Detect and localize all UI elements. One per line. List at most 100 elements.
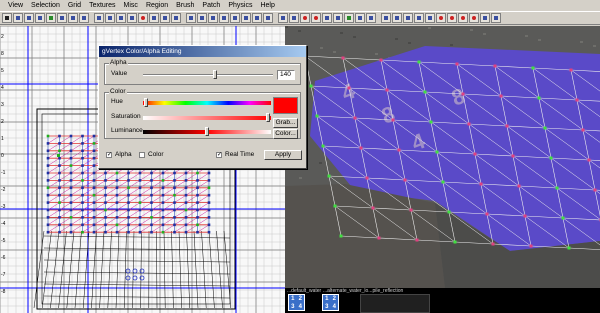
menu-region[interactable]: Region: [142, 0, 172, 11]
alpha-value-field[interactable]: 140: [277, 70, 295, 80]
menu-textures[interactable]: Textures: [85, 0, 119, 11]
menu-brush[interactable]: Brush: [172, 0, 198, 11]
patch-vertex: [58, 230, 61, 234]
texture-thumbnail-1[interactable]: 12 34: [288, 294, 305, 311]
toolbar-button-icon[interactable]: [480, 13, 490, 23]
toolbar-button-icon[interactable]: [491, 13, 501, 23]
menu-view[interactable]: View: [4, 0, 27, 11]
toolbar-button-icon[interactable]: [24, 13, 34, 23]
toolbar-button-icon[interactable]: [278, 13, 288, 23]
toolbar-button-icon[interactable]: [436, 13, 446, 23]
toolbar-button-icon[interactable]: [366, 13, 376, 23]
entity-marker: [139, 275, 145, 281]
saturation-slider-thumb[interactable]: [266, 113, 271, 122]
vertex-color-dialog: gVertex Color/Alpha Editing Alpha Value …: [98, 45, 307, 169]
menu-misc[interactable]: Misc: [120, 0, 142, 11]
toolbar-button-icon[interactable]: [333, 13, 343, 23]
texture-thumbnail-2[interactable]: 12 34: [322, 294, 339, 311]
toolbar-button-icon[interactable]: [414, 13, 424, 23]
toolbar-button-icon[interactable]: [344, 13, 354, 23]
toolbar-button-icon[interactable]: [241, 13, 251, 23]
patch-vertex: [92, 193, 96, 197]
toolbar-button-icon[interactable]: [2, 13, 12, 23]
menu-help[interactable]: Help: [256, 0, 278, 11]
patch-vertex: [81, 134, 84, 138]
menu-physics[interactable]: Physics: [224, 0, 256, 11]
toolbar-button-icon[interactable]: [171, 13, 181, 23]
toolbar-button-icon[interactable]: [208, 13, 218, 23]
toolbar-button-icon[interactable]: [160, 13, 170, 23]
patch-vertex: [69, 193, 73, 197]
toolbar-button-icon[interactable]: [469, 13, 479, 23]
ruler-number: 2: [1, 119, 4, 125]
toolbar-button-icon[interactable]: [116, 13, 126, 23]
wireframe-vertex: [359, 146, 363, 150]
alpha-checkbox[interactable]: ✓: [106, 152, 112, 158]
patch-vertex: [207, 179, 211, 182]
hue-slider-thumb[interactable]: [143, 98, 148, 107]
patch-diagonal: [128, 217, 141, 226]
toolbar-button-icon[interactable]: [425, 13, 435, 23]
toolbar-button-icon[interactable]: [13, 13, 23, 23]
alpha-slider-thumb[interactable]: [212, 70, 217, 79]
toolbar-button-icon[interactable]: [46, 13, 56, 23]
toolbar-button-icon[interactable]: [138, 13, 148, 23]
toolbar-button-icon[interactable]: [57, 13, 67, 23]
color-checkbox[interactable]: [139, 152, 145, 158]
patch-vertex: [207, 223, 211, 227]
toolbar-button-icon[interactable]: [127, 13, 137, 23]
toolbar-button-icon[interactable]: [219, 13, 229, 23]
toolbar-button-icon[interactable]: [458, 13, 468, 23]
color-swatch[interactable]: [273, 97, 298, 114]
patch-vertex: [150, 223, 153, 227]
patch-vertex: [196, 208, 199, 212]
toolbar-button-icon[interactable]: [252, 13, 262, 23]
toolbar-button-icon[interactable]: [197, 13, 207, 23]
patch-diagonal: [151, 194, 164, 203]
patch-diagonal: [116, 172, 129, 181]
toolbar-button-icon[interactable]: [105, 13, 115, 23]
toolbar-button-icon[interactable]: [68, 13, 78, 23]
toolbar-button-icon[interactable]: [381, 13, 391, 23]
menu-selection[interactable]: Selection: [27, 0, 64, 11]
toolbar-button-icon[interactable]: [355, 13, 365, 23]
patch-vertex: [161, 201, 165, 204]
toolbar-button-icon[interactable]: [322, 13, 332, 23]
color-button[interactable]: Color...: [273, 129, 298, 139]
wireframe-vertex: [543, 126, 547, 130]
toolbar-button-icon[interactable]: [35, 13, 45, 23]
toolbar-button-icon[interactable]: [311, 13, 321, 23]
menu-patch[interactable]: Patch: [198, 0, 224, 11]
patch-edge-line: [41, 230, 52, 309]
toolbar-button-icon[interactable]: [79, 13, 89, 23]
realtime-checkbox[interactable]: ✓: [216, 152, 222, 158]
patch-vertex: [115, 171, 119, 175]
toolbar-button-icon[interactable]: [94, 13, 104, 23]
toolbar-button-icon[interactable]: [403, 13, 413, 23]
patch-vertex: [81, 156, 84, 160]
toolbar-button-icon[interactable]: [300, 13, 310, 23]
dialog-title[interactable]: gVertex Color/Alpha Editing: [99, 46, 306, 57]
toolbar-button-icon[interactable]: [289, 13, 299, 23]
alpha-slider-track[interactable]: [143, 74, 273, 76]
patch-vertex: [138, 201, 142, 204]
toolbar-button-icon[interactable]: [149, 13, 159, 23]
camera-canvas[interactable]: 4848: [285, 26, 600, 288]
toolbar-button-icon[interactable]: [392, 13, 402, 23]
apply-button[interactable]: Apply: [264, 150, 302, 160]
luminance-slider-thumb[interactable]: [205, 127, 209, 136]
toolbar-button-icon[interactable]: [186, 13, 196, 23]
patch-vertex: [173, 223, 176, 227]
patch-diagonal: [162, 180, 175, 189]
wireframe-vertex: [353, 116, 357, 120]
patch-vertex: [196, 179, 199, 182]
menu-grid[interactable]: Grid: [64, 0, 85, 11]
texture-thumbnail-3[interactable]: [360, 294, 430, 313]
patch-diagonal: [105, 172, 118, 181]
camera-3d-view[interactable]: 4848: [285, 26, 600, 288]
toolbar-button-icon[interactable]: [447, 13, 457, 23]
toolbar-button-icon[interactable]: [230, 13, 240, 23]
grab-button[interactable]: Grab...: [273, 118, 298, 128]
toolbar-button-icon[interactable]: [263, 13, 273, 23]
patch-edge-line: [208, 230, 215, 309]
